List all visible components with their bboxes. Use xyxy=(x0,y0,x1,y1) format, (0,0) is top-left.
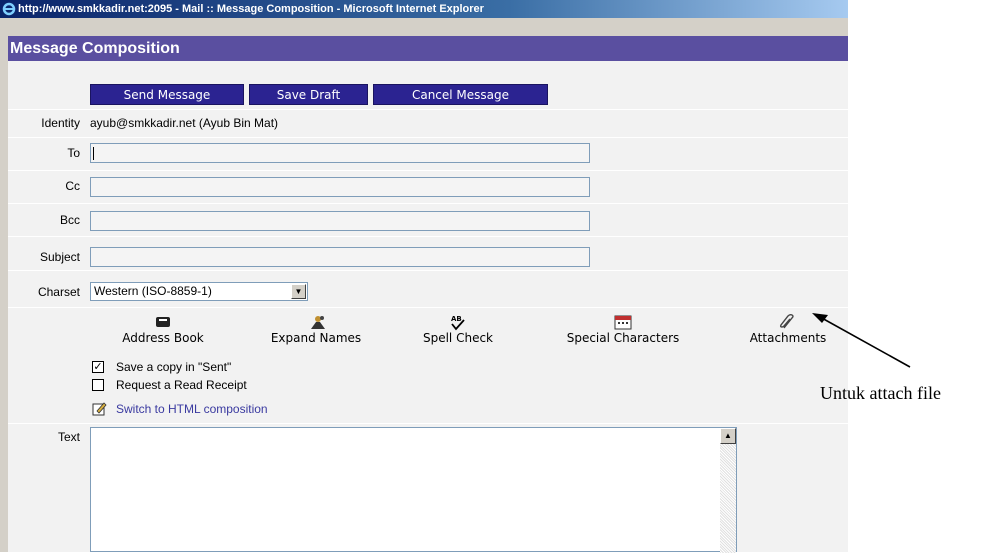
text-label: Text xyxy=(57,430,80,444)
special-characters-button[interactable]: Special Characters xyxy=(562,313,684,345)
cancel-message-button[interactable]: Cancel Message xyxy=(373,84,548,105)
window-titlebar: http://www.smkkadir.net:2095 - Mail :: M… xyxy=(0,0,848,18)
charset-select[interactable]: Western (ISO-8859-1) ▼ xyxy=(90,282,308,301)
subject-field[interactable] xyxy=(90,247,590,267)
row-divider xyxy=(8,137,848,138)
expand-names-label: Expand Names xyxy=(270,331,362,345)
save-copy-checkbox[interactable]: ✓ xyxy=(92,361,104,373)
dropdown-arrow-icon[interactable]: ▼ xyxy=(291,284,306,299)
row-divider xyxy=(8,236,848,237)
address-book-icon xyxy=(156,317,170,327)
internet-explorer-icon xyxy=(2,2,16,16)
charset-label: Charset xyxy=(37,285,80,299)
cc-label: Cc xyxy=(65,179,80,193)
save-draft-button[interactable]: Save Draft xyxy=(249,84,368,105)
row-divider xyxy=(8,270,848,271)
save-copy-label[interactable]: Save a copy in "Sent" xyxy=(116,360,231,374)
text-cursor xyxy=(93,147,94,160)
charset-selected-value: Western (ISO-8859-1) xyxy=(94,284,212,298)
to-field[interactable] xyxy=(90,143,590,163)
to-label: To xyxy=(67,146,80,160)
scroll-up-arrow-icon[interactable]: ▲ xyxy=(720,428,736,444)
expand-names-button[interactable]: Expand Names xyxy=(266,313,366,345)
spell-check-button[interactable]: AB Spell Check xyxy=(418,313,498,345)
address-book-button[interactable]: Address Book xyxy=(118,313,208,345)
row-divider xyxy=(8,203,848,204)
annotation-arrow-icon xyxy=(812,313,911,368)
row-divider xyxy=(8,109,848,110)
special-characters-label: Special Characters xyxy=(566,331,680,345)
bcc-label: Bcc xyxy=(59,213,80,227)
send-message-button[interactable]: Send Message xyxy=(90,84,244,105)
page-title: Message Composition xyxy=(10,40,180,57)
annotation-text: Untuk attach file xyxy=(820,383,941,403)
special-characters-icon xyxy=(614,315,632,330)
row-divider xyxy=(8,170,848,171)
bcc-field[interactable] xyxy=(90,211,590,231)
identity-value: ayub@smkkadir.net (Ayub Bin Mat) xyxy=(90,116,279,130)
subject-label: Subject xyxy=(39,250,80,264)
svg-text:AB: AB xyxy=(451,315,462,323)
spell-check-label: Spell Check xyxy=(422,331,493,345)
window-title: http://www.smkkadir.net:2095 - Mail :: M… xyxy=(18,3,484,15)
edit-html-icon[interactable] xyxy=(92,401,107,416)
cc-field[interactable] xyxy=(90,177,590,197)
message-body-textarea[interactable]: ▲ xyxy=(90,427,737,553)
read-receipt-label[interactable]: Request a Read Receipt xyxy=(116,378,247,392)
address-book-label: Address Book xyxy=(122,331,204,345)
read-receipt-checkbox[interactable] xyxy=(92,379,104,391)
row-divider xyxy=(8,423,848,424)
page-header: Message Composition xyxy=(8,36,848,61)
vertical-scrollbar[interactable]: ▲ xyxy=(720,428,736,553)
spell-check-icon: AB xyxy=(451,315,465,331)
row-divider xyxy=(8,307,848,308)
expand-names-icon xyxy=(311,316,325,329)
identity-label: Identity xyxy=(41,116,80,130)
switch-to-html-link[interactable]: Switch to HTML composition xyxy=(116,402,268,416)
